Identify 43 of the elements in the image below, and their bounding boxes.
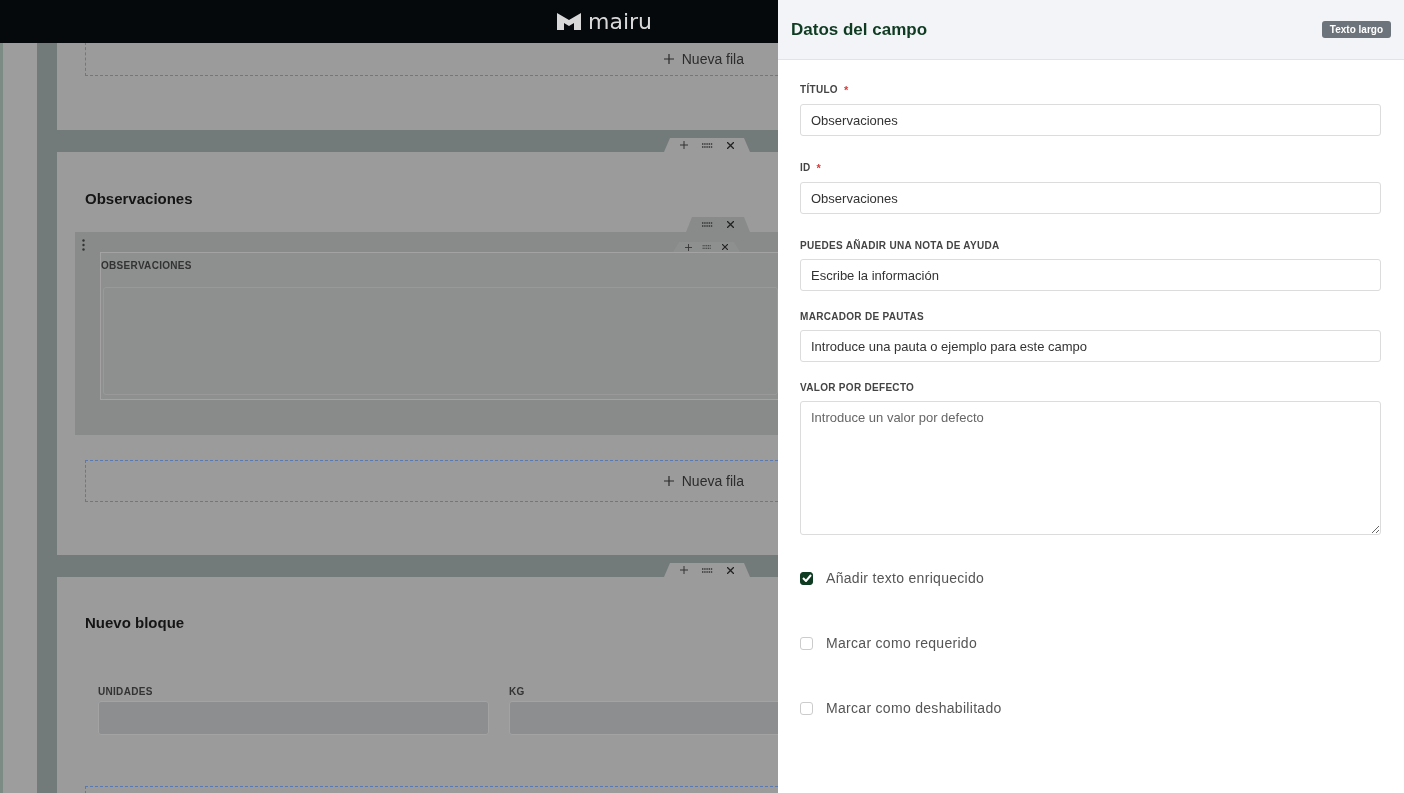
grip-icon[interactable] <box>702 245 712 249</box>
field-type-badge: Texto largo <box>1321 21 1391 38</box>
plus-icon[interactable] <box>680 141 688 149</box>
field-label: KG <box>509 686 526 697</box>
checkbox-label[interactable]: Marcar como requerido <box>826 635 978 651</box>
panel-title: Datos del campo <box>791 19 928 40</box>
text-field[interactable]: Escribe la información <box>800 259 1381 291</box>
drag-handle-icon[interactable] <box>82 239 85 251</box>
text-field[interactable]: Observaciones <box>800 182 1381 214</box>
close-icon[interactable] <box>727 141 734 149</box>
field-label: UNIDADES <box>98 686 154 697</box>
new-row-label[interactable]: Nueva fila <box>681 50 744 67</box>
textarea-field[interactable] <box>103 287 778 395</box>
logo-icon <box>557 13 581 30</box>
text-field[interactable]: Observaciones <box>800 104 1381 136</box>
field-label: ID <box>800 162 811 174</box>
close-icon[interactable] <box>722 244 728 250</box>
new-row-label[interactable]: Nueva fila <box>681 473 744 489</box>
required-mark: * <box>816 162 821 174</box>
grip-icon[interactable] <box>702 567 713 573</box>
required-mark: * <box>843 84 849 96</box>
text-field[interactable]: Introduce una pauta o ejemplo para este campo <box>800 330 1381 362</box>
block-title: Observaciones <box>85 190 194 208</box>
field-label: VALOR POR DEFECTO <box>800 382 915 393</box>
grip-icon[interactable] <box>702 222 713 227</box>
plus-icon <box>663 476 674 486</box>
logo-text: mairu <box>588 9 652 34</box>
field-label: MARCADOR DE PAUTAS <box>800 311 924 322</box>
grip-icon[interactable] <box>702 142 713 148</box>
checkbox[interactable] <box>800 571 813 585</box>
plus-icon <box>663 53 674 64</box>
field-label: OBSERVACIONES <box>101 260 193 271</box>
checkbox-label[interactable]: Marcar como deshabilitado <box>826 700 1002 716</box>
plus-icon[interactable] <box>685 243 692 251</box>
close-icon[interactable] <box>727 566 734 574</box>
block-title: Nuevo bloque <box>85 614 186 632</box>
field-label: TÍTULO <box>800 84 838 96</box>
plus-icon[interactable] <box>680 566 688 574</box>
new-row-dropzone[interactable]: Nueva fila <box>85 460 778 502</box>
new-row-dropzone[interactable]: Nueva fila <box>85 43 778 76</box>
close-icon[interactable] <box>727 221 734 228</box>
checkbox-label[interactable]: Añadir texto enriquecido <box>826 570 985 586</box>
field-label: PUEDES AÑADIR UNA NOTA DE AYUDA <box>800 240 1000 251</box>
